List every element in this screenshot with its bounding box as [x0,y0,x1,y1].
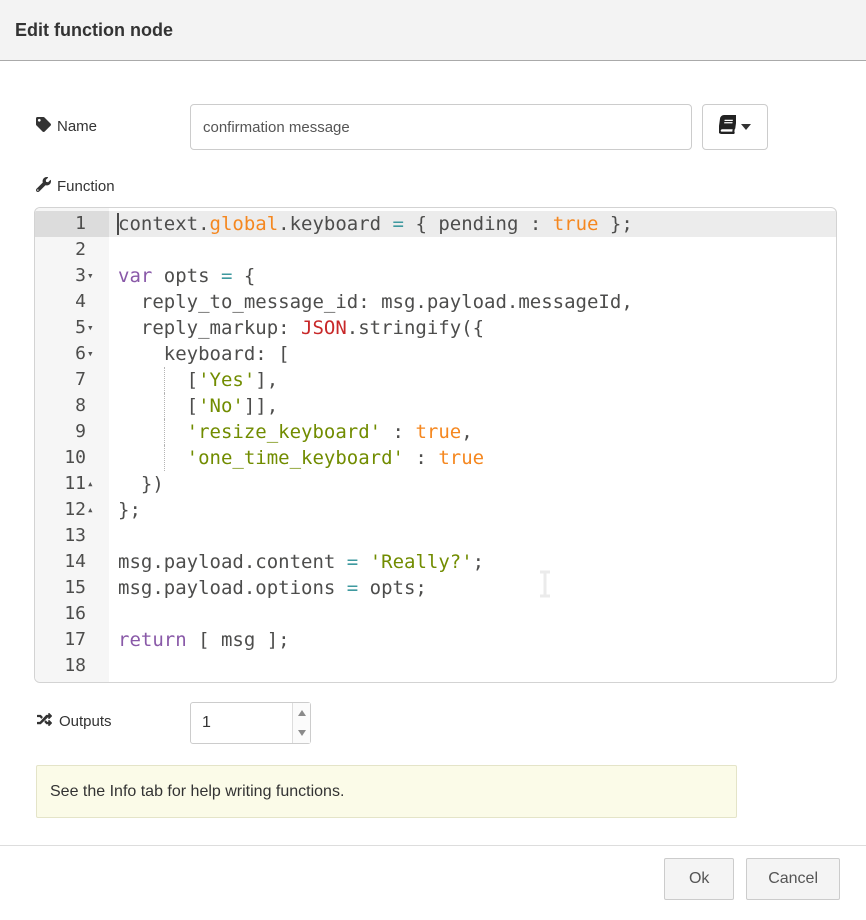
function-label-text: Function [57,178,115,195]
line-number: 18 [35,653,109,679]
fold-down-icon[interactable]: ▾ [87,341,94,367]
line-number: 14 [35,549,109,575]
book-icon [719,115,736,139]
code-line-15[interactable]: 15msg.payload.options = opts; [35,575,836,601]
dialog-title: Edit function node [15,20,173,41]
line-number: 7 [35,367,109,393]
code-text[interactable]: reply_to_message_id: msg.payload.message… [109,289,836,315]
code-line-16[interactable]: 16 [35,601,836,627]
line-number: 8 [35,393,109,419]
spinner-buttons [292,703,310,743]
code-editor[interactable]: 1context.global.keyboard = { pending : t… [34,207,837,683]
name-label: Name [36,117,97,136]
indent-guide [164,393,165,419]
code-text[interactable] [109,237,836,263]
line-number: 12▴ [35,497,109,523]
code-line-18[interactable]: 18 [35,653,836,679]
code-line-11[interactable]: 11▴ }) [35,471,836,497]
info-tip: See the Info tab for help writing functi… [36,765,737,818]
line-number: 9 [35,419,109,445]
code-text[interactable]: var opts = { [109,263,836,289]
code-text[interactable] [109,653,836,679]
code-line-3[interactable]: 3▾var opts = { [35,263,836,289]
ok-button[interactable]: Ok [664,858,734,900]
footer-separator [0,845,866,846]
tag-icon [36,117,51,136]
dialog-header: Edit function node [0,0,866,61]
line-number: 4 [35,289,109,315]
outputs-label: Outputs [36,712,112,731]
code-text[interactable]: ['Yes'], [109,367,836,393]
code-text[interactable]: msg.payload.options = opts; [109,575,836,601]
line-number: 11▴ [35,471,109,497]
code-line-4[interactable]: 4 reply_to_message_id: msg.payload.messa… [35,289,836,315]
fold-down-icon[interactable]: ▾ [87,315,94,341]
line-number: 1 [35,211,109,237]
name-input[interactable] [190,104,692,150]
code-line-13[interactable]: 13 [35,523,836,549]
spinner-down-button[interactable] [293,723,310,743]
line-number: 15 [35,575,109,601]
library-button[interactable] [702,104,768,150]
outputs-spinner [190,702,311,744]
code-line-12[interactable]: 12▴}; [35,497,836,523]
text-caret [117,213,119,235]
code-text[interactable]: }; [109,497,836,523]
line-number: 17 [35,627,109,653]
line-number: 3▾ [35,263,109,289]
code-line-6[interactable]: 6▾ keyboard: [ [35,341,836,367]
line-number: 10 [35,445,109,471]
code-text[interactable]: ['No']], [109,393,836,419]
code-text[interactable] [109,601,836,627]
code-editor-lines: 1context.global.keyboard = { pending : t… [35,211,836,679]
info-tip-text: See the Info tab for help writing functi… [50,783,344,801]
button-tray: Ok Cancel [664,858,840,900]
code-text[interactable]: reply_markup: JSON.stringify({ [109,315,836,341]
indent-guide [164,445,165,471]
outputs-input[interactable] [191,703,292,743]
code-line-2[interactable]: 2 [35,237,836,263]
cancel-button[interactable]: Cancel [746,858,840,900]
code-line-9[interactable]: 9 'resize_keyboard' : true, [35,419,836,445]
fold-down-icon[interactable]: ▾ [87,263,94,289]
shuffle-icon [36,712,53,731]
code-text[interactable]: 'resize_keyboard' : true, [109,419,836,445]
edit-function-dialog: { "dialog": { "title": "Edit function no… [0,0,866,920]
name-label-text: Name [57,118,97,135]
code-line-7[interactable]: 7 ['Yes'], [35,367,836,393]
code-line-5[interactable]: 5▾ reply_markup: JSON.stringify({ [35,315,836,341]
code-line-8[interactable]: 8 ['No']], [35,393,836,419]
code-text[interactable]: keyboard: [ [109,341,836,367]
line-number: 13 [35,523,109,549]
function-label: Function [36,177,115,196]
code-line-14[interactable]: 14msg.payload.content = 'Really?'; [35,549,836,575]
line-number: 16 [35,601,109,627]
line-number: 6▾ [35,341,109,367]
caret-down-icon [741,124,751,130]
wrench-icon [36,177,51,196]
code-text[interactable]: 'one_time_keyboard' : true [109,445,836,471]
indent-guide [164,419,165,445]
line-number: 5▾ [35,315,109,341]
caret-down-icon [298,730,306,736]
fold-up-icon[interactable]: ▴ [87,497,94,523]
code-text[interactable] [109,523,836,549]
line-number: 2 [35,237,109,263]
code-text[interactable]: return [ msg ]; [109,627,836,653]
outputs-label-text: Outputs [59,713,112,730]
fold-up-icon[interactable]: ▴ [87,471,94,497]
indent-guide [164,367,165,393]
code-text[interactable]: }) [109,471,836,497]
code-text[interactable]: msg.payload.content = 'Really?'; [109,549,836,575]
code-line-17[interactable]: 17return [ msg ]; [35,627,836,653]
code-line-10[interactable]: 10 'one_time_keyboard' : true [35,445,836,471]
caret-up-icon [298,710,306,716]
spinner-up-button[interactable] [293,703,310,723]
code-line-1[interactable]: 1context.global.keyboard = { pending : t… [35,211,836,237]
code-text[interactable]: context.global.keyboard = { pending : tr… [109,211,836,237]
